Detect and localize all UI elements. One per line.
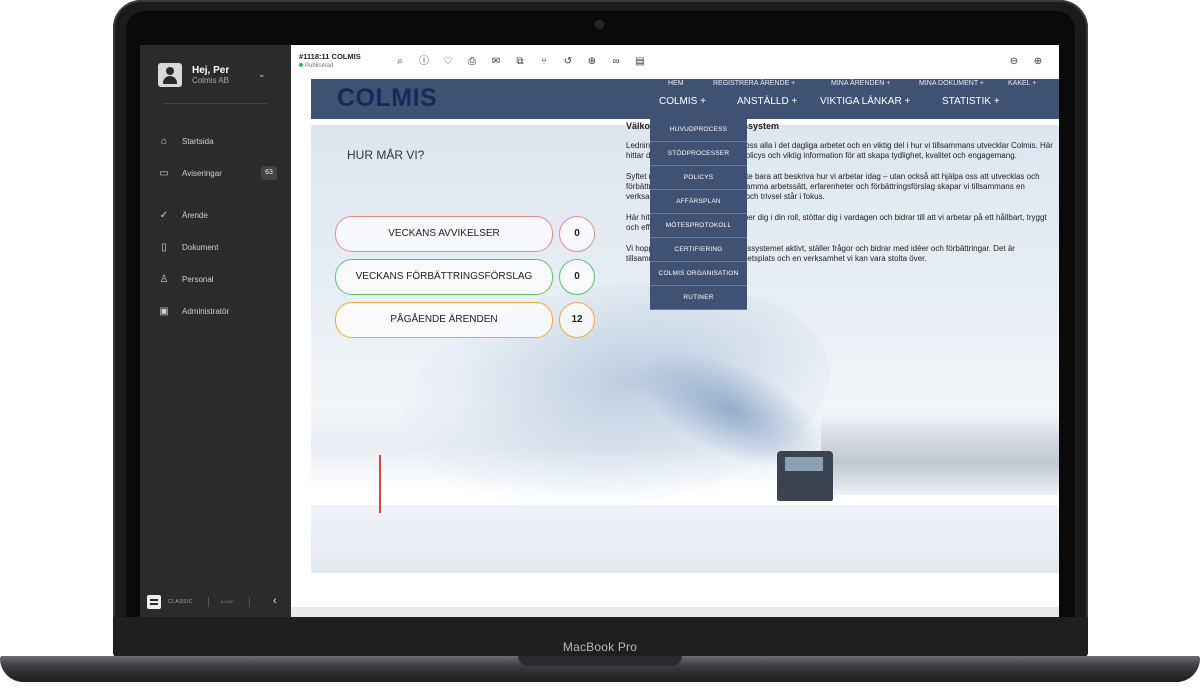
status-badge: Publicerad [299,63,333,69]
home-icon: ⌂ [160,136,168,147]
site-logo[interactable]: COLMIS [337,84,437,113]
improvements-button[interactable]: VECKANS FÖRBÄTTRINGSFÖRSLAG [335,259,553,295]
sidebar-item-label: Administratör [182,307,230,316]
mail-icon[interactable]: ✉ [490,56,502,68]
briefcase-icon: ▣ [159,306,169,317]
camera [596,21,603,28]
app-logo-icon [147,595,161,609]
ui-mode-label[interactable]: CLASSIC [168,599,193,605]
menu-item-colmis-organisation[interactable]: COLMIS ORGANISATION [650,262,747,286]
version-label: 6.3.007 [221,599,235,604]
menu-item-rutiner[interactable]: RUTINER [650,286,747,310]
search-icon[interactable]: ⌕ [394,56,406,68]
link-icon[interactable]: ∞ [610,56,622,68]
collapse-sidebar-icon[interactable]: ‹ [273,595,277,607]
archive-icon[interactable]: ▤ [634,56,646,68]
user-menu[interactable]: Hej, Per Colmis AB ⌄ [158,63,283,91]
sidebar-item-dokument[interactable]: ▯ Dokument [158,239,278,259]
sidebar-item-arende[interactable]: ✓ Ärende [158,207,278,227]
nav-menu-viktiga-lankar[interactable]: VIKTIGA LÄNKAR + [820,96,910,107]
menu-item-certifiering[interactable]: CERTIFIERING [650,238,747,262]
sidebar-item-administrator[interactable]: ▣ Administratör [158,303,278,323]
inbox-icon: ▭ [159,168,169,179]
nav-menu-anstalld[interactable]: ANSTÄLLD + [737,96,797,107]
avatar [158,63,182,87]
heart-icon[interactable]: ♡ [442,56,454,68]
status-text: Publicerad [305,63,334,69]
nav-link-kakel[interactable]: KAKEL + [1008,80,1036,87]
menu-item-huvudprocess[interactable]: HUVUDPROCESS [650,118,747,142]
nav-link-mina-arenden[interactable]: MINA ÄRENDEN + [831,80,890,87]
divider [249,597,250,607]
zoom-in-icon[interactable]: ⊕ [1032,56,1044,68]
check-icon: ✓ [159,210,169,221]
divider [163,103,267,104]
document-title: #1118:11 COLMIS [299,52,361,61]
document-toolbar: #1118:11 COLMIS Publicerad ⌕ ⓘ ♡ ⎙ ✉ ⧉ ⑂… [291,45,1059,80]
menu-item-policys[interactable]: POLICYS [650,166,747,190]
sidebar-footer: CLASSIC 6.3.007 ‹ [140,590,291,617]
branch-icon[interactable]: ⑂ [538,56,550,68]
scrollbar[interactable] [291,607,1059,617]
nav-menu-colmis[interactable]: COLMIS + [659,96,706,107]
tractor-image [777,451,833,501]
deviations-count: 0 [559,216,595,252]
deviations-button[interactable]: VECKANS AVVIKELSER [335,216,553,252]
site-header: COLMIS HEM REGISTRERA ÄRENDE + MINA ÄREN… [311,79,1059,119]
copy-icon[interactable]: ⧉ [514,56,526,68]
notification-badge: 63 [261,166,277,180]
screen: Hej, Per Colmis AB ⌄ ⌂ Startsida ▭ Avise… [140,45,1059,617]
user-greeting: Hej, Per [192,65,230,76]
page-content: COLMIS HEM REGISTRERA ÄRENDE + MINA ÄREN… [291,79,1059,617]
document-icon: ▯ [161,242,167,253]
ongoing-cases-count: 12 [559,302,595,338]
upload-icon[interactable]: ⊕ [586,56,598,68]
improvements-count: 0 [559,259,595,295]
sidebar-item-aviseringar[interactable]: ▭ Aviseringar 63 [158,165,278,185]
colmis-dropdown-menu: HUVUDPROCESS STÖDPROCESSER POLICYS AFFÄR… [650,118,747,310]
laptop-notch [518,656,682,666]
chevron-down-icon[interactable]: ⌄ [258,69,266,80]
sidebar-item-startsida[interactable]: ⌂ Startsida [158,133,278,153]
history-icon[interactable]: ↺ [562,56,574,68]
nav-link-mina-dokument[interactable]: MINA DOKUMENT + [919,80,984,87]
person-icon: ♙ [159,274,169,285]
menu-item-motesprotokoll[interactable]: MÖTESPROTOKOLL [650,214,747,238]
user-org: Colmis AB [192,76,229,85]
sidebar-item-label: Ärende [182,211,208,220]
device-label: MacBook Pro [562,640,638,654]
zoom-out-icon[interactable]: ⊖ [1008,56,1020,68]
info-icon[interactable]: ⓘ [418,56,430,68]
nav-menu-statistik[interactable]: STATISTIK + [942,96,1000,107]
sidebar-item-label: Startsida [182,137,214,146]
survey-title: HUR MÅR VI? [347,148,425,162]
sidebar-item-label: Personal [182,275,214,284]
sidebar-item-label: Dokument [182,243,219,252]
print-icon[interactable]: ⎙ [466,56,478,68]
sidebar-item-personal[interactable]: ♙ Personal [158,271,278,291]
menu-item-stodprocesser[interactable]: STÖDPROCESSER [650,142,747,166]
ongoing-cases-button[interactable]: PÅGÅENDE ÄRENDEN [335,302,553,338]
nav-link-hem[interactable]: HEM [668,80,684,87]
menu-item-affarsplan[interactable]: AFFÄRSPLAN [650,190,747,214]
divider [208,597,209,607]
sidebar: Hej, Per Colmis AB ⌄ ⌂ Startsida ▭ Avise… [140,45,291,617]
nav-link-registrera-arende[interactable]: REGISTRERA ÄRENDE + [713,80,795,87]
sidebar-item-label: Aviseringar [182,169,222,178]
